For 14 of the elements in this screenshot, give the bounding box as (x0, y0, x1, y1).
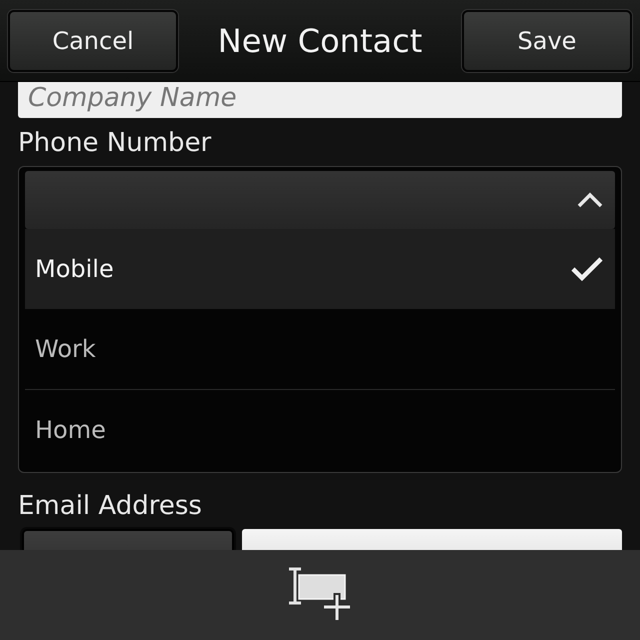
add-field-icon[interactable] (287, 567, 353, 623)
dropdown-option[interactable]: Mobile (25, 229, 615, 309)
chevron-icon (577, 192, 603, 208)
checkmark-icon (571, 256, 603, 282)
cancel-button[interactable]: Cancel (8, 10, 178, 72)
phone-type-dropdown[interactable]: Mobile Work Home (18, 166, 622, 473)
field-label: Phone Number (18, 127, 212, 160)
dropdown-option[interactable]: Home (25, 389, 615, 470)
company-name-field[interactable]: Company Name (18, 82, 622, 118)
dropdown-header[interactable] (25, 171, 615, 229)
save-button[interactable]: Save (462, 10, 632, 72)
dropdown-option[interactable]: Work (25, 309, 615, 389)
field-label: Email Address (18, 490, 203, 523)
screen-title: New Contact (218, 22, 422, 60)
